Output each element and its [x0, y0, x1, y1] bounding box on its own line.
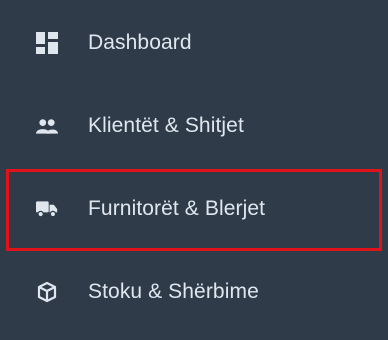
dashboard-icon [36, 32, 58, 54]
sidebar-item-clients-sales[interactable]: Klientët & Shitjet [0, 89, 388, 163]
cube-icon [36, 281, 58, 303]
users-icon [36, 115, 58, 137]
sidebar-item-stock-services[interactable]: Stoku & Shërbime [0, 255, 388, 329]
sidebar-item-label: Stoku & Shërbime [88, 280, 259, 303]
sidebar-item-dashboard[interactable]: Dashboard [0, 6, 388, 80]
truck-icon [36, 198, 58, 220]
sidebar-item-label: Dashboard [88, 31, 192, 54]
sidebar-item-label: Klientët & Shitjet [88, 114, 244, 137]
sidebar-item-suppliers-purchases[interactable]: Furnitorët & Blerjet [0, 172, 388, 246]
sidebar-item-label: Furnitorët & Blerjet [88, 197, 266, 220]
sidebar-menu: Dashboard Klientët & Shitjet Furnitorët … [0, 0, 388, 340]
